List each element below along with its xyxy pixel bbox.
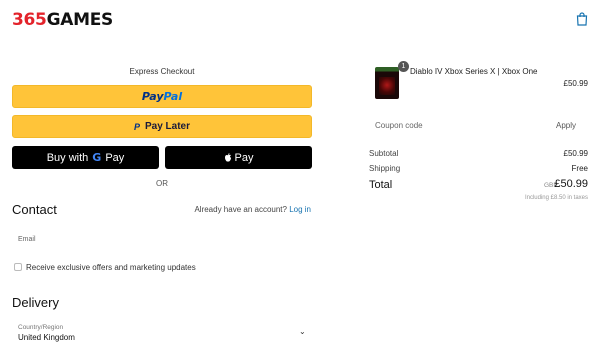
paypal-p-icon: P	[133, 121, 140, 132]
product-thumbnail	[375, 67, 399, 99]
shipping-value: Free	[571, 164, 588, 173]
apple-icon	[224, 153, 231, 162]
google-pay-button[interactable]: Buy with G Pay	[12, 146, 159, 169]
chevron-down-icon[interactable]: ⌄	[299, 327, 306, 336]
pay-later-button[interactable]: P Pay Later	[12, 115, 312, 138]
site-logo[interactable]: 365GAMES	[12, 10, 113, 30]
gpay-pay-label: Pay	[105, 151, 125, 164]
product-price: £50.99	[563, 79, 588, 88]
marketing-checkbox[interactable]	[14, 263, 22, 271]
email-field[interactable]: Email	[18, 236, 36, 243]
shipping-label: Shipping	[369, 164, 401, 173]
tax-note: Including £8.50 in taxes	[524, 195, 588, 201]
apple-pay-button[interactable]: Pay	[165, 146, 312, 169]
marketing-checkbox-label[interactable]: Receive exclusive offers and marketing u…	[26, 263, 196, 272]
product-artwork	[379, 77, 395, 95]
country-select[interactable]: United Kingdom	[18, 333, 75, 342]
product-name: Diablo IV Xbox Series X | Xbox One	[410, 67, 538, 76]
pay-later-label: Pay Later	[144, 121, 191, 132]
express-checkout-title: Express Checkout	[129, 67, 195, 76]
paypal-logo: PayPal	[141, 90, 183, 103]
apply-coupon-button[interactable]: Apply	[556, 121, 576, 130]
total-value: £50.99	[554, 178, 588, 190]
subtotal-label: Subtotal	[369, 149, 399, 158]
delivery-heading: Delivery	[12, 295, 59, 310]
login-link[interactable]: Log in	[289, 205, 311, 214]
total-label: Total	[369, 179, 393, 191]
country-select-label: Country/Region	[18, 324, 64, 331]
google-g-icon: G	[92, 151, 102, 164]
or-divider: OR	[156, 179, 168, 188]
shopping-bag-icon[interactable]	[576, 12, 588, 26]
account-prompt: Already have an account? Log in	[194, 205, 311, 214]
apple-pay-label: Pay	[234, 151, 254, 164]
coupon-input[interactable]: Coupon code	[375, 121, 423, 130]
logo-word: GAMES	[46, 10, 114, 30]
paypal-button[interactable]: PayPal	[12, 85, 312, 108]
gpay-prefix: Buy with	[46, 151, 89, 164]
contact-heading: Contact	[12, 202, 57, 217]
quantity-badge: 1	[398, 61, 409, 72]
logo-number: 365	[12, 10, 47, 30]
account-question: Already have an account?	[194, 205, 287, 214]
subtotal-value: £50.99	[563, 149, 588, 158]
